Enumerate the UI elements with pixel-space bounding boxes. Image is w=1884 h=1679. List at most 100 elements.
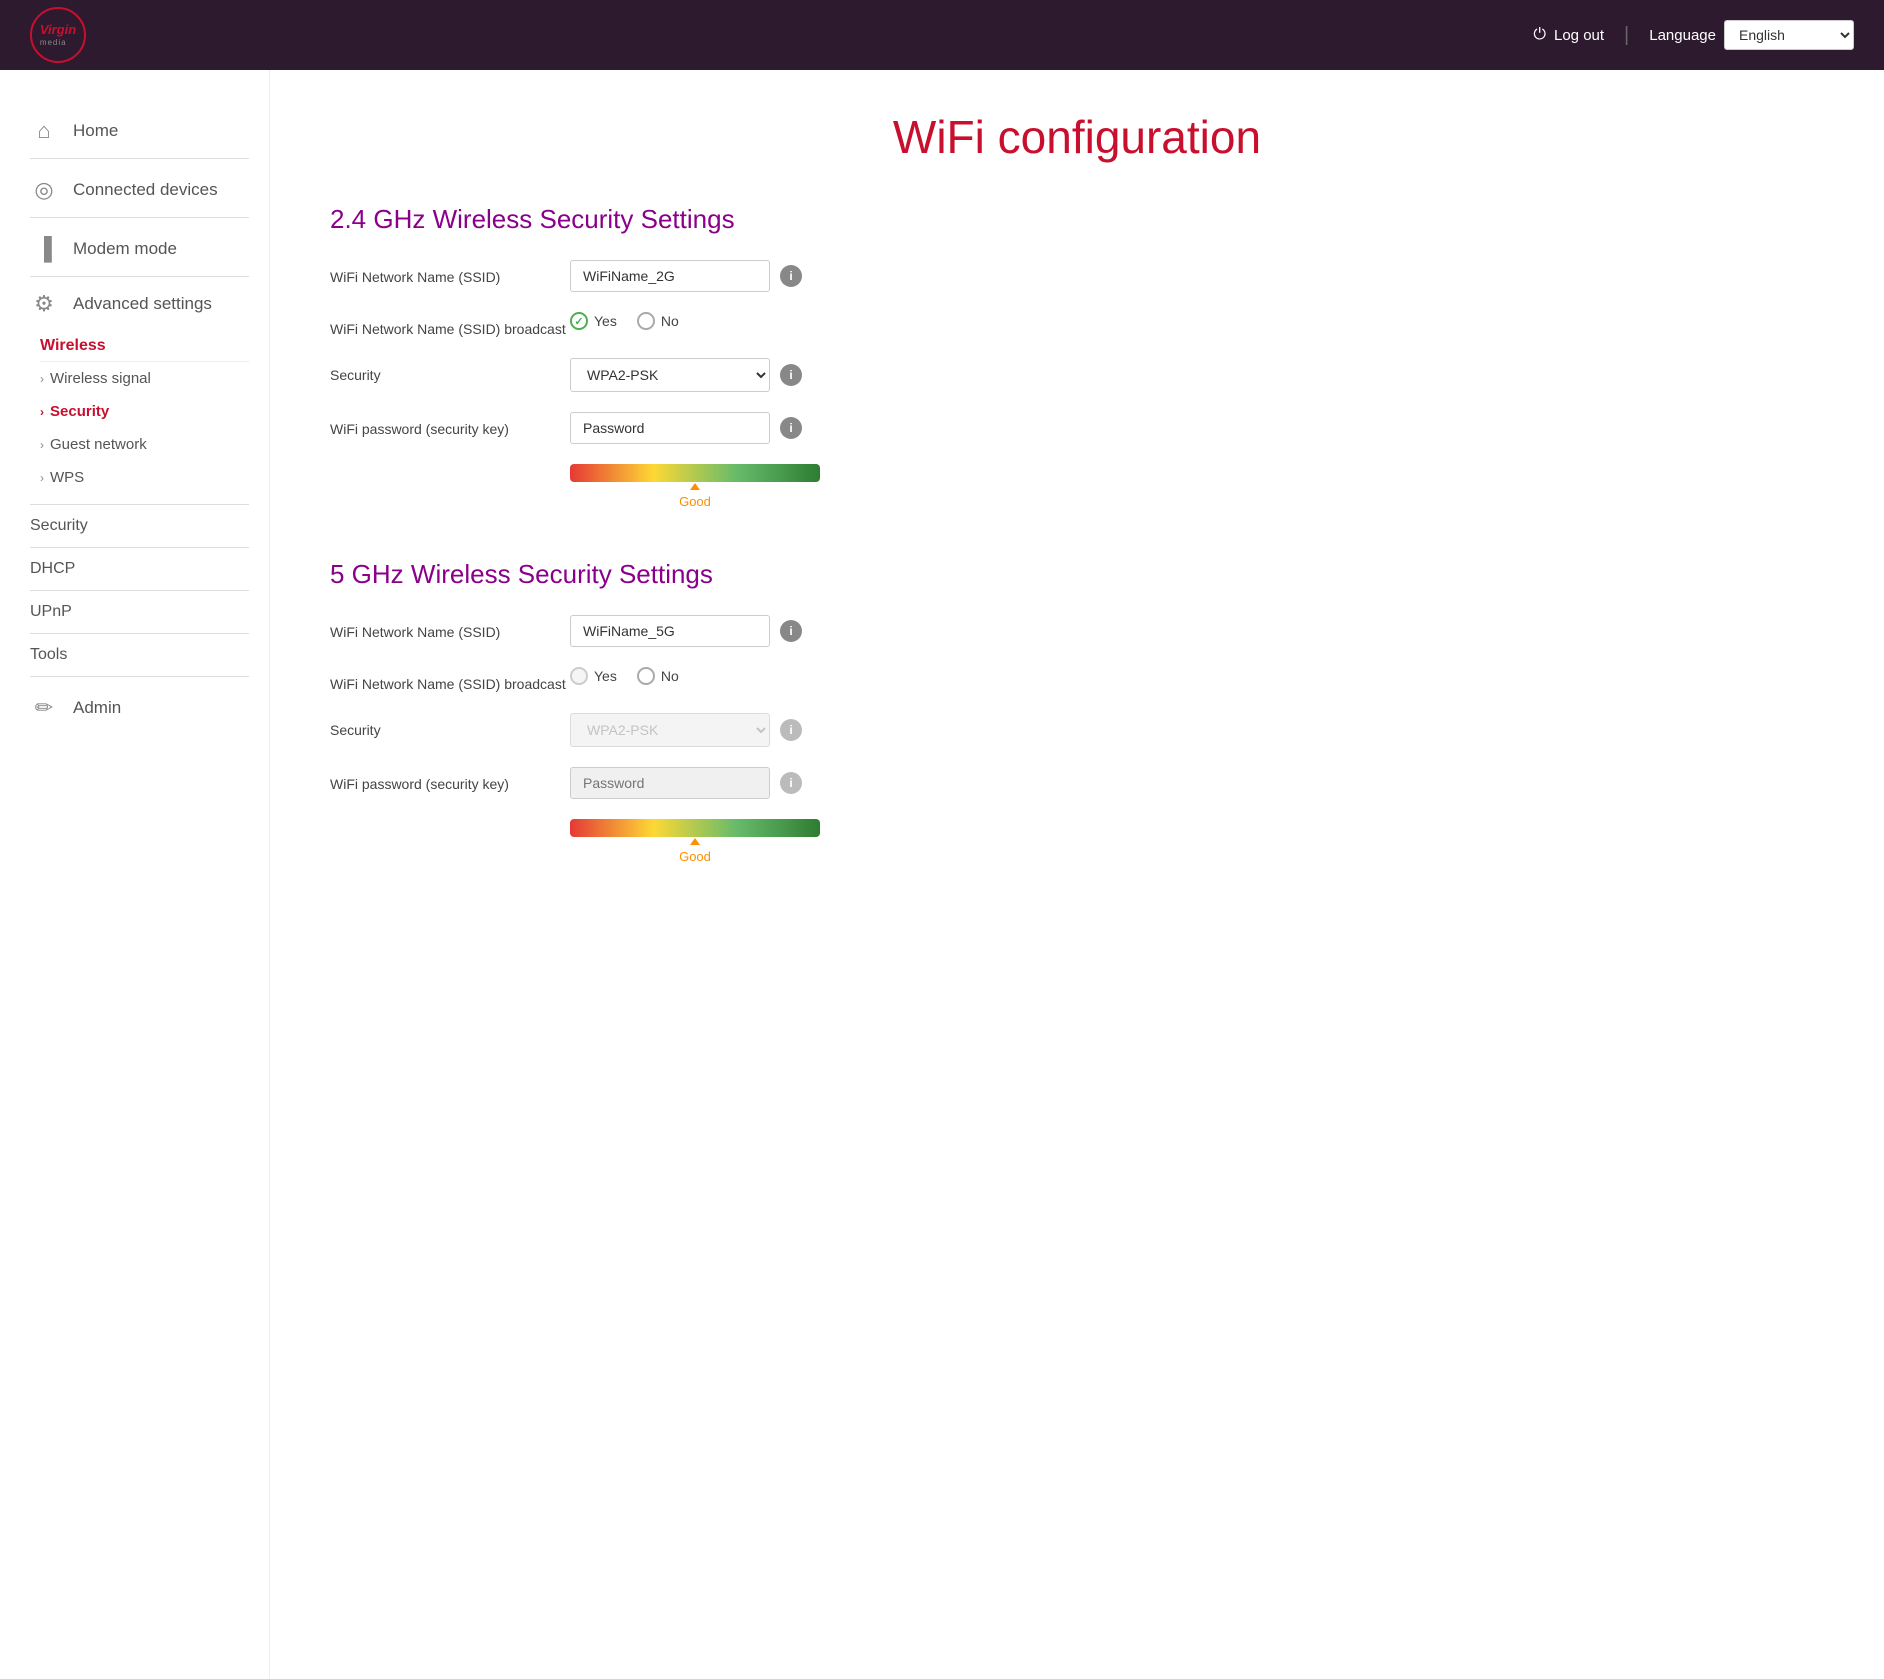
broadcast-5-no-option[interactable]: No bbox=[637, 667, 679, 685]
ssid-5-info-icon[interactable]: i bbox=[780, 620, 802, 642]
main-content: WiFi configuration 2.4 GHz Wireless Secu… bbox=[270, 70, 1884, 1679]
sidebar: ⌂ Home ◎ Connected devices ▐ Modem mode … bbox=[0, 70, 270, 1679]
security-5-controls: WPA2-PSK WPA-PSK WPA2/WPA-PSK None i bbox=[570, 713, 1824, 747]
password-5-input[interactable] bbox=[570, 767, 770, 799]
advanced-settings-section: ⚙ Advanced settings Wireless › Wireless … bbox=[30, 277, 249, 505]
broadcast-yes-label: Yes bbox=[594, 313, 617, 329]
ssid-5-row: WiFi Network Name (SSID) i bbox=[330, 615, 1824, 647]
chevron-active-icon: › bbox=[40, 405, 44, 419]
sidebar-item-wireless-signal[interactable]: › Wireless signal bbox=[40, 362, 249, 395]
upnp-label: UPnP bbox=[30, 603, 72, 620]
sidebar-item-security[interactable]: › Security bbox=[40, 395, 249, 428]
ssid-24-input[interactable] bbox=[570, 260, 770, 292]
sidebar-item-connected-devices[interactable]: ◎ Connected devices bbox=[30, 159, 249, 218]
broadcast-5-radio-group: Yes No bbox=[570, 667, 679, 685]
sidebar-item-admin[interactable]: ✏ Admin bbox=[30, 677, 249, 735]
broadcast-5-label: WiFi Network Name (SSID) broadcast bbox=[330, 667, 570, 693]
section-5ghz: 5 GHz Wireless Security Settings WiFi Ne… bbox=[330, 559, 1824, 864]
strength-marker-5 bbox=[690, 838, 700, 845]
logout-button[interactable]: ⏻ Log out bbox=[1533, 26, 1604, 44]
sidebar-item-tools[interactable]: Tools bbox=[30, 634, 249, 677]
security-5-row: Security WPA2-PSK WPA-PSK WPA2/WPA-PSK N… bbox=[330, 713, 1824, 747]
broadcast-no-radio[interactable] bbox=[637, 312, 655, 330]
security-24-row: Security WPA2-PSK WPA-PSK WPA2/WPA-PSK N… bbox=[330, 358, 1824, 392]
sidebar-item-wps[interactable]: › WPS bbox=[40, 461, 249, 494]
guest-network-label: Guest network bbox=[50, 436, 147, 453]
advanced-settings-label: Advanced settings bbox=[73, 294, 212, 314]
broadcast-yes-radio[interactable] bbox=[570, 312, 588, 330]
password-5-controls: i bbox=[570, 767, 1824, 799]
strength-bar-5 bbox=[570, 819, 820, 837]
broadcast-5-yes-option[interactable]: Yes bbox=[570, 667, 617, 685]
ssid-5-controls: i bbox=[570, 615, 1824, 647]
wps-label: WPS bbox=[50, 469, 84, 486]
password-24-controls: i bbox=[570, 412, 1824, 444]
header-divider: | bbox=[1624, 24, 1629, 47]
ssid-5-label: WiFi Network Name (SSID) bbox=[330, 615, 570, 641]
header: Virgin media ⏻ Log out | Language Englis… bbox=[0, 0, 1884, 70]
strength-bar-24 bbox=[570, 464, 820, 482]
advanced-sub-items: Wireless › Wireless signal › Security › … bbox=[30, 329, 249, 504]
security-5-select[interactable]: WPA2-PSK WPA-PSK WPA2/WPA-PSK None bbox=[570, 713, 770, 747]
broadcast-5-yes-radio[interactable] bbox=[570, 667, 588, 685]
password-24-info-icon[interactable]: i bbox=[780, 417, 802, 439]
broadcast-no-label: No bbox=[661, 313, 679, 329]
language-label: Language bbox=[1649, 27, 1716, 44]
password-24-input[interactable] bbox=[570, 412, 770, 444]
broadcast-yes-option[interactable]: Yes bbox=[570, 312, 617, 330]
security-5-label: Security bbox=[330, 713, 570, 739]
section-5-title: 5 GHz Wireless Security Settings bbox=[330, 559, 1824, 590]
admin-icon: ✏ bbox=[30, 695, 58, 721]
password-24-row: WiFi password (security key) i bbox=[330, 412, 1824, 444]
wireless-signal-label: Wireless signal bbox=[50, 370, 151, 387]
admin-label: Admin bbox=[73, 698, 121, 718]
sidebar-home-label: Home bbox=[73, 121, 118, 141]
broadcast-5-no-radio[interactable] bbox=[637, 667, 655, 685]
modem-icon: ▐ bbox=[30, 236, 58, 262]
chevron-wps-icon: › bbox=[40, 471, 44, 485]
broadcast-24-label: WiFi Network Name (SSID) broadcast bbox=[330, 312, 570, 338]
ssid-24-controls: i bbox=[570, 260, 1824, 292]
broadcast-5-no-label: No bbox=[661, 668, 679, 684]
section-24ghz: 2.4 GHz Wireless Security Settings WiFi … bbox=[330, 204, 1824, 509]
dhcp-label: DHCP bbox=[30, 560, 75, 577]
logo: Virgin media bbox=[30, 7, 86, 63]
logo-sub: media bbox=[40, 38, 76, 47]
language-dropdown[interactable]: English Español Français Deutsch bbox=[1724, 20, 1854, 50]
ssid-5-input[interactable] bbox=[570, 615, 770, 647]
security-5-info-icon[interactable]: i bbox=[780, 719, 802, 741]
ssid-24-info-icon[interactable]: i bbox=[780, 265, 802, 287]
logout-label: Log out bbox=[1554, 27, 1604, 44]
settings-icon: ⚙ bbox=[30, 291, 58, 317]
strength-label-24: Good bbox=[570, 494, 820, 509]
sidebar-item-modem-mode[interactable]: ▐ Modem mode bbox=[30, 218, 249, 277]
sidebar-item-home[interactable]: ⌂ Home bbox=[30, 100, 249, 159]
strength-label-5: Good bbox=[570, 849, 820, 864]
password-24-label: WiFi password (security key) bbox=[330, 412, 570, 438]
strength-marker-24 bbox=[690, 483, 700, 490]
power-icon: ⏻ bbox=[1533, 26, 1546, 44]
broadcast-5-row: WiFi Network Name (SSID) broadcast Yes N… bbox=[330, 667, 1824, 693]
sidebar-connected-label: Connected devices bbox=[73, 180, 218, 200]
strength-bar-5-container: Good bbox=[570, 819, 1824, 864]
password-5-label: WiFi password (security key) bbox=[330, 767, 570, 793]
broadcast-24-controls: Yes No bbox=[570, 312, 1824, 330]
chevron-guest-icon: › bbox=[40, 438, 44, 452]
security-24-info-icon[interactable]: i bbox=[780, 364, 802, 386]
password-5-info-icon[interactable]: i bbox=[780, 772, 802, 794]
security-sub-label: Security bbox=[50, 403, 109, 420]
wireless-label[interactable]: Wireless bbox=[40, 329, 249, 362]
broadcast-no-option[interactable]: No bbox=[637, 312, 679, 330]
sidebar-item-dhcp[interactable]: DHCP bbox=[30, 548, 249, 591]
home-icon: ⌂ bbox=[30, 118, 58, 144]
sidebar-item-security-flat[interactable]: Security bbox=[30, 505, 249, 548]
security-24-label: Security bbox=[330, 358, 570, 384]
sidebar-item-guest-network[interactable]: › Guest network bbox=[40, 428, 249, 461]
connected-devices-icon: ◎ bbox=[30, 177, 58, 203]
tools-label: Tools bbox=[30, 646, 67, 663]
security-flat-label: Security bbox=[30, 517, 88, 534]
sidebar-item-advanced-settings[interactable]: ⚙ Advanced settings bbox=[30, 291, 249, 329]
sidebar-modem-label: Modem mode bbox=[73, 239, 177, 259]
sidebar-item-upnp[interactable]: UPnP bbox=[30, 591, 249, 634]
security-24-select[interactable]: WPA2-PSK WPA-PSK WPA2/WPA-PSK None bbox=[570, 358, 770, 392]
